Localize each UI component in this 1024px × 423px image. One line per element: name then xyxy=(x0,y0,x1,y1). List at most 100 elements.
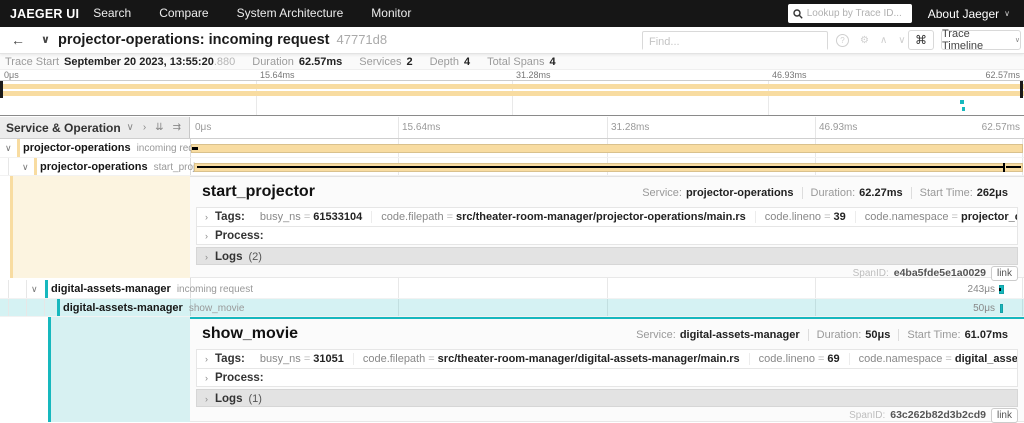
chevron-down-icon: ∨ xyxy=(1004,9,1010,18)
critical-path-segment xyxy=(197,166,1003,168)
minimap-right-handle[interactable] xyxy=(1020,81,1023,98)
nav-item-monitor[interactable]: Monitor xyxy=(357,0,425,27)
tags-accordion[interactable]: › Tags: busy_ns = 61533104 code.filepath = src/… xyxy=(196,207,1018,227)
span-operation: show_movie xyxy=(188,303,245,314)
collapse-children-icon[interactable]: ∨ xyxy=(22,162,29,173)
span-operation: incoming request xyxy=(176,284,253,295)
span-service: digital-assets-manager xyxy=(63,302,183,314)
span-duration-label: 50μs xyxy=(973,303,995,314)
span-detail-start-projector: start_projector Service: projector-operat… xyxy=(190,176,1024,281)
critical-path-segment xyxy=(999,288,1001,291)
about-jaeger-menu[interactable]: About Jaeger ∨ xyxy=(928,7,1010,21)
find-next-icon[interactable]: ∨ xyxy=(898,35,905,46)
span-detail-stats: Service: projector-operations Duration: 62… xyxy=(634,187,1016,199)
critical-path-segment xyxy=(1006,166,1021,168)
trace-id-lookup[interactable] xyxy=(787,4,912,23)
collapse-all-icon[interactable]: ⇊ xyxy=(155,122,163,133)
back-icon[interactable]: ← xyxy=(11,32,25,48)
ruler-gridline xyxy=(398,117,399,138)
minimap-tick-labels: 0μs 15.64ms 31.28ms 46.93ms 62.57ms xyxy=(4,70,1020,80)
detail-indent-block xyxy=(10,176,190,278)
span-id-row: SpanID: 63c262b82d3b2cd9 link xyxy=(849,407,1018,423)
span-row-start-projector[interactable]: ∨ projector-operations start_projector xyxy=(0,158,1024,176)
find-box xyxy=(642,31,828,51)
top-nav: JAEGER UI Search Compare System Architec… xyxy=(0,0,1024,27)
logs-accordion[interactable]: › Logs (2) xyxy=(196,247,1018,265)
collapse-one-icon[interactable]: ∨ xyxy=(127,122,134,133)
span-detail-show-movie: show_movie Service: digital-assets-manage… xyxy=(190,317,1024,423)
nav-right: About Jaeger ∨ xyxy=(787,4,1024,23)
search-icon xyxy=(793,8,803,19)
critical-path-segment xyxy=(192,147,198,150)
span-rows-region: ∨ projector-operations incoming request ∨… xyxy=(0,139,1024,423)
span-link-button[interactable]: link xyxy=(990,407,1018,423)
chevron-down-icon: ∨ xyxy=(1014,37,1020,44)
span-detail-title: start_projector xyxy=(202,183,315,200)
collapse-children-icon[interactable]: ∨ xyxy=(5,143,12,154)
nav-item-compare[interactable]: Compare xyxy=(145,0,222,27)
find-input[interactable] xyxy=(643,33,827,51)
service-operation-header: Service & Operation ∨ › ⇊ ⇉ xyxy=(0,117,190,138)
process-accordion[interactable]: › Process: xyxy=(196,227,1018,245)
trace-view-selector[interactable]: Trace Timeline ∨ xyxy=(941,28,1021,52)
span-bar[interactable] xyxy=(191,144,1023,153)
tags-accordion[interactable]: › Tags: busy_ns = 31051 code.filepath = src/the… xyxy=(196,349,1018,369)
span-id-row: SpanID: e4ba5fde5e1a0029 link xyxy=(853,265,1018,281)
nav-item-system-architecture[interactable]: System Architecture xyxy=(223,0,358,27)
trace-summary-bar: Trace Start September 20 2023, 13:55:20.8… xyxy=(0,54,1024,70)
collapse-children-icon[interactable]: ∨ xyxy=(31,284,38,295)
collapse-trace-header-icon[interactable]: ∨ xyxy=(41,33,50,46)
app-logo[interactable]: JAEGER UI xyxy=(10,7,79,21)
span-row-dam-incoming-request[interactable]: ∨ digital-assets-manager incoming request… xyxy=(0,280,1024,299)
trace-duration: Duration 62.57ms xyxy=(252,55,343,68)
minimap-span-dam-incoming-request xyxy=(960,100,964,104)
timeline-ruler: 0μs 15.64ms 31.28ms 46.93ms 62.57ms xyxy=(190,117,1024,138)
critical-path-tick xyxy=(1003,163,1005,172)
span-duration-label: 243μs xyxy=(967,284,995,295)
span-color-strip xyxy=(17,139,20,157)
trace-title: projector-operations: incoming request 47… xyxy=(58,32,388,48)
chevron-right-icon: › xyxy=(205,231,208,241)
span-service: digital-assets-manager xyxy=(51,283,171,295)
span-row-show-movie[interactable]: digital-assets-manager show_movie 50μs xyxy=(0,299,1024,317)
minimap-span-incoming-request xyxy=(0,84,1024,89)
span-id-value: 63c262b82d3b2cd9 xyxy=(890,409,986,421)
ruler-gridline xyxy=(607,117,608,138)
trace-minimap[interactable] xyxy=(0,80,1024,116)
trace-id-lookup-input[interactable] xyxy=(806,8,907,19)
help-icon[interactable]: ? xyxy=(836,34,849,47)
chevron-right-icon: › xyxy=(205,354,208,364)
minimap-span-start-projector xyxy=(0,91,1024,96)
gear-icon[interactable]: ⚙ xyxy=(860,35,869,46)
minimap-span-show-movie xyxy=(962,107,965,111)
span-id-value: e4ba5fde5e1a0029 xyxy=(893,267,986,279)
nav-item-search[interactable]: Search xyxy=(79,0,145,27)
trace-services: Services 2 xyxy=(359,55,413,68)
span-color-strip xyxy=(45,280,48,298)
chevron-right-icon: › xyxy=(205,212,208,222)
find-prev-icon[interactable]: ∧ xyxy=(880,35,887,46)
trace-header-bar: ← ∨ projector-operations: incoming reque… xyxy=(0,27,1024,54)
chevron-right-icon: › xyxy=(205,373,208,383)
trace-start: Trace Start September 20 2023, 13:55:20.8… xyxy=(5,55,236,68)
trace-total-spans: Total Spans 4 xyxy=(487,55,556,68)
span-service: projector-operations xyxy=(40,161,148,173)
expand-all-icon[interactable]: ⇉ xyxy=(173,122,181,133)
chevron-right-icon: › xyxy=(205,394,208,404)
span-color-strip xyxy=(57,299,60,316)
span-color-strip xyxy=(34,158,37,175)
keyboard-shortcuts-button[interactable]: ⌘ xyxy=(908,30,934,50)
logs-accordion[interactable]: › Logs (1) xyxy=(196,389,1018,407)
span-bar[interactable] xyxy=(1000,304,1003,313)
trace-depth: Depth 4 xyxy=(429,55,471,68)
detail-indent-block xyxy=(48,317,190,422)
timeline-header: Service & Operation ∨ › ⇊ ⇉ 0μs 15.64ms … xyxy=(0,117,1024,139)
expand-one-icon[interactable]: › xyxy=(143,122,146,133)
process-accordion[interactable]: › Process: xyxy=(196,369,1018,387)
minimap-left-handle[interactable] xyxy=(0,81,3,98)
span-detail-stats: Service: digital-assets-manager Duration:… xyxy=(628,329,1016,341)
span-service: projector-operations xyxy=(23,142,131,154)
ruler-gridline xyxy=(815,117,816,138)
span-row-incoming-request[interactable]: ∨ projector-operations incoming request xyxy=(0,139,1024,158)
span-link-button[interactable]: link xyxy=(990,265,1018,281)
